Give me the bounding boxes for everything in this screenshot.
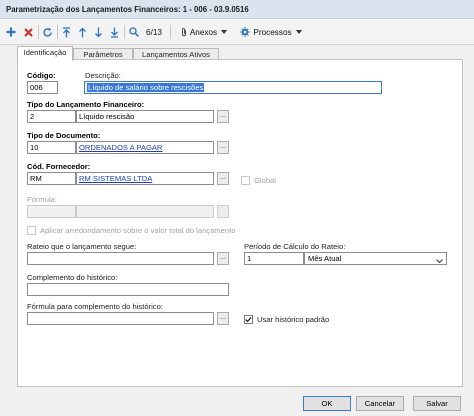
formula-code-field	[27, 205, 76, 218]
toolbar-separator	[57, 25, 58, 39]
formula-lookup-button	[217, 205, 229, 218]
gear-icon	[240, 27, 251, 37]
codigo-field[interactable]: 006	[27, 81, 58, 94]
new-icon[interactable]	[4, 23, 18, 41]
tipo-lancamento-name-field: Líquido rescisão	[76, 110, 214, 123]
tab-identificacao[interactable]: Identificação	[17, 46, 73, 61]
formula-label: Fórmula:	[27, 195, 57, 204]
complemento-historico-field[interactable]	[27, 283, 229, 296]
complemento-historico-label: Complemento do histórico:	[27, 273, 118, 282]
anexos-menu[interactable]: Anexos	[175, 23, 233, 41]
formula-complemento-lookup-button[interactable]: ...	[217, 312, 229, 325]
arredondamento-label: Aplicar arredondamento sobre o valor tot…	[40, 226, 236, 235]
record-counter: 6/13	[146, 27, 162, 37]
next-record-icon[interactable]	[91, 23, 105, 41]
formula-complemento-field[interactable]	[27, 312, 214, 325]
refresh-icon[interactable]	[40, 23, 54, 41]
tab-strip: Identificação Parâmetros Lançamentos Ati…	[0, 45, 474, 61]
tipo-documento-label: Tipo de Documento:	[27, 131, 101, 140]
fornecedor-label: Cód. Fornecedor:	[27, 162, 91, 171]
tipo-documento-lookup-button[interactable]: ...	[217, 141, 229, 154]
toolbar-separator	[124, 25, 125, 39]
fornecedor-code-field[interactable]: RM	[27, 172, 76, 185]
historico-padrao-checkbox[interactable]	[244, 315, 253, 324]
title-bar: Parametrização dos Lançamentos Financeir…	[0, 0, 474, 19]
save-button[interactable]: Salvar	[413, 396, 461, 411]
toolbar: 6/13 Anexos Processos	[0, 19, 474, 45]
periodo-rateio-label: Período de Cálculo do Rateio:	[244, 242, 346, 251]
tipo-lancamento-lookup-button[interactable]: ...	[217, 110, 229, 123]
toolbar-separator	[38, 25, 39, 39]
ok-button[interactable]: OK	[303, 396, 351, 411]
rateio-field[interactable]	[27, 252, 214, 265]
formula-name-field	[76, 205, 214, 218]
codigo-label: Código:	[27, 71, 56, 80]
chevron-down-icon	[221, 30, 228, 34]
identificacao-panel: Código: 006 Descrição: Líquido de salári…	[17, 59, 463, 387]
window-title: Parametrização dos Lançamentos Financeir…	[6, 5, 249, 14]
periodo-rateio-option: Mês Atual	[308, 254, 342, 263]
global-label: Global	[254, 176, 276, 185]
rateio-lookup-button[interactable]: ...	[217, 252, 229, 265]
dialog-button-bar: OK Cancelar Salvar	[0, 391, 474, 416]
formula-complemento-label: Fórmula para complemento do histórico:	[27, 302, 163, 311]
global-checkbox[interactable]	[241, 176, 250, 185]
chevron-down-icon	[436, 256, 443, 267]
descricao-label: Descrição:	[85, 71, 121, 80]
historico-padrao-label: Usar histórico padrão	[257, 315, 330, 324]
previous-record-icon[interactable]	[75, 23, 89, 41]
paperclip-icon	[181, 27, 187, 37]
arredondamento-checkbox[interactable]	[27, 226, 36, 235]
tipo-documento-code-field[interactable]: 10	[27, 141, 76, 154]
periodo-rateio-field[interactable]: 1	[244, 252, 304, 265]
fornecedor-link[interactable]: RM SISTEMAS LTDA	[76, 172, 214, 185]
toolbar-separator	[170, 25, 171, 39]
rateio-label: Rateio que o lançamento segue:	[27, 242, 137, 251]
tipo-lancamento-code-field[interactable]: 2	[27, 110, 76, 123]
descricao-value: Líquido de salário sobre rescisões	[87, 83, 205, 92]
search-icon[interactable]	[127, 23, 141, 41]
tipo-lancamento-label: Tipo do Lançamento Financeiro:	[27, 100, 145, 109]
descricao-field[interactable]: Líquido de salário sobre rescisões	[84, 81, 382, 94]
cancel-button[interactable]: Cancelar	[356, 396, 404, 411]
tipo-documento-link[interactable]: ORDENADOS A PAGAR	[76, 141, 214, 154]
processos-menu[interactable]: Processos	[238, 23, 304, 41]
delete-icon[interactable]	[21, 23, 35, 41]
periodo-rateio-select[interactable]: Mês Atual	[304, 252, 447, 265]
last-record-icon[interactable]	[107, 23, 121, 41]
chevron-down-icon	[295, 30, 302, 34]
checkmark-icon	[245, 316, 252, 323]
fornecedor-lookup-button[interactable]: ...	[217, 172, 229, 185]
first-record-icon[interactable]	[59, 23, 73, 41]
